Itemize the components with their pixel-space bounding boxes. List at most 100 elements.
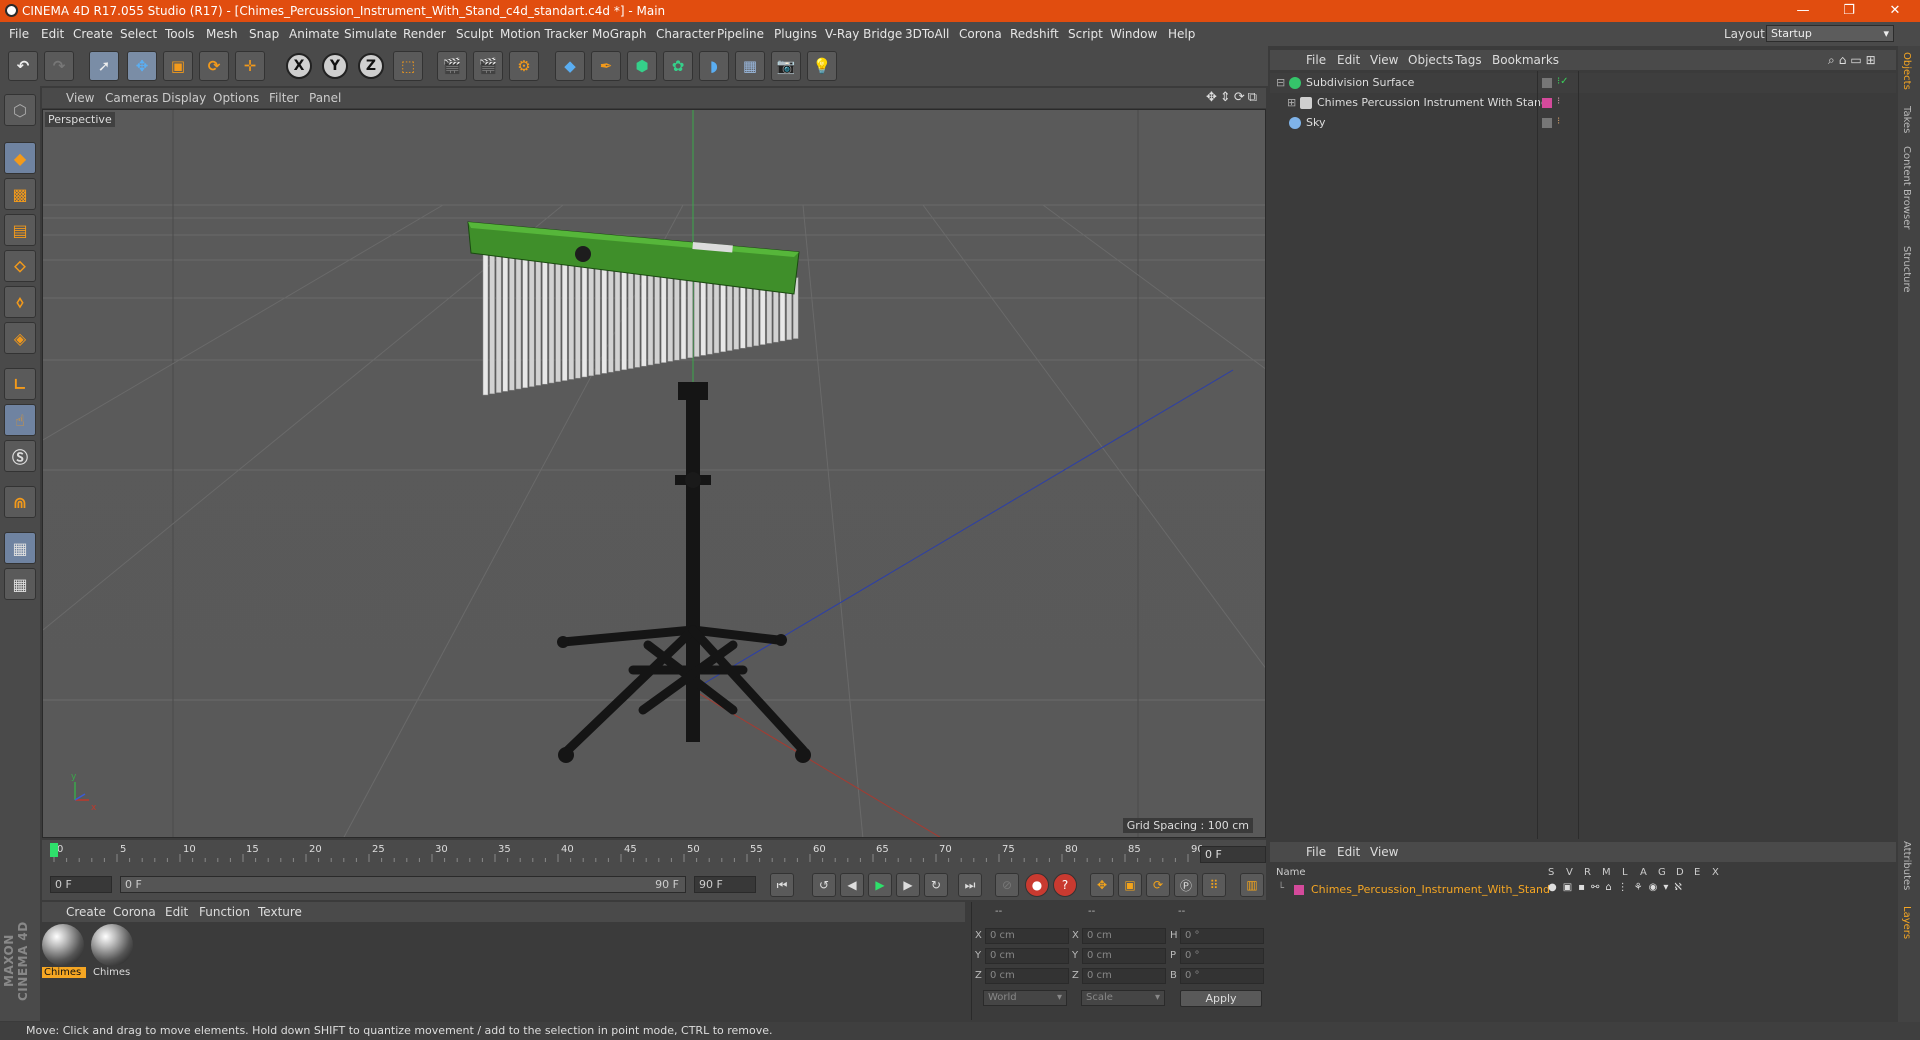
menu-render[interactable]: Render [403,27,446,41]
key-scale-icon[interactable]: ▣ [1118,873,1142,897]
rotation-p-field[interactable]: 0 ° [1180,948,1264,964]
redo-icon[interactable]: ↷ [44,51,74,81]
expand-icon[interactable]: ⊟ [1276,76,1285,89]
menu-snap[interactable]: Snap [249,27,279,41]
texture-mode-icon[interactable]: ▩ [4,178,36,210]
perspective-viewport[interactable]: y x Perspective Grid Spacing : 100 cm [42,109,1266,838]
workplane-mode-icon[interactable]: ▤ [4,214,36,246]
light-icon[interactable]: 💡 [807,51,837,81]
close-button[interactable]: ✕ [1872,0,1918,22]
points-mode-icon[interactable]: ⬦ [4,250,36,282]
om-menu-file[interactable]: File [1306,53,1326,67]
coordinate-mode-select[interactable]: World ▾ [983,990,1067,1006]
previous-key-icon[interactable]: ↺ [812,873,836,897]
menu-character[interactable]: Character [656,27,715,41]
material-menu-function[interactable]: Function [199,905,250,919]
material-menu-create[interactable]: Create [66,905,106,919]
material-menu-texture[interactable]: Texture [258,905,302,919]
visibility-dots-icon[interactable]: ⁝ [1557,116,1560,127]
preview-range-slider[interactable]: 0 F 90 F [120,876,686,893]
layer-row-chimes[interactable]: └ Chimes_Percussion_Instrument_With_Stan… [1276,882,1896,898]
size-x-field[interactable]: 0 cm [1082,928,1166,944]
tab-attributes[interactable]: Attributes [1901,841,1912,890]
menu-animate[interactable]: Animate [289,27,339,41]
lm-menu-file[interactable]: File [1306,845,1326,859]
camera-icon[interactable]: 📷 [771,51,801,81]
viewport-menu-panel[interactable]: Panel [309,91,341,105]
om-menu-objects[interactable]: Objects [1408,53,1453,67]
position-x-field[interactable]: 0 cm [985,928,1069,944]
lm-menu-edit[interactable]: Edit [1337,845,1360,859]
go-to-end-icon[interactable]: ⏭ [958,873,982,897]
apply-button[interactable]: Apply [1180,990,1262,1007]
key-rotation-icon[interactable]: ⟳ [1146,873,1170,897]
menu-corona[interactable]: Corona [959,27,1002,41]
menu-mograph[interactable]: MoGraph [592,27,647,41]
rotation-h-field[interactable]: 0 ° [1180,928,1264,944]
cube-primitive-icon[interactable]: ◆ [555,51,585,81]
render-to-picture-viewer-icon[interactable]: 🎬 [473,51,503,81]
x-axis-lock-icon[interactable]: X [286,53,312,79]
tab-content-browser[interactable]: Content Browser [1901,146,1912,229]
z-axis-lock-icon[interactable]: Z [358,53,384,79]
spline-pen-icon[interactable]: ✒ [591,51,621,81]
tab-layers[interactable]: Layers [1901,906,1912,939]
menu-vray-bridge[interactable]: V-Ray Bridge [825,27,902,41]
object-row-chimes[interactable]: ⊞ Chimes Percussion Instrument With Stan… [1270,93,1896,113]
viewport-menu-filter[interactable]: Filter [269,91,299,105]
menu-edit[interactable]: Edit [41,27,64,41]
floor-environment-icon[interactable]: ▦ [735,51,765,81]
record-active-objects-icon[interactable]: ● [1025,873,1049,897]
material-menu-corona[interactable]: Corona [113,905,156,919]
snap-icon[interactable]: ⋒ [4,486,36,518]
tweak-mode-icon[interactable]: ☝ [4,404,36,436]
polygons-mode-icon[interactable]: ◈ [4,322,36,354]
menu-sculpt[interactable]: Sculpt [456,27,493,41]
menu-mesh[interactable]: Mesh [206,27,238,41]
size-y-field[interactable]: 0 cm [1082,948,1166,964]
minimize-button[interactable]: — [1780,0,1826,22]
render-settings-icon[interactable]: ⚙ [509,51,539,81]
maximize-button[interactable]: ❐ [1826,0,1872,22]
menu-3dtoall[interactable]: 3DToAll [905,27,949,41]
om-menu-view[interactable]: View [1370,53,1398,67]
transform-tool-icon[interactable]: ✛ [235,51,265,81]
viewport-menu-view[interactable]: View [66,91,94,105]
menu-simulate[interactable]: Simulate [344,27,397,41]
viewport-menu-cameras[interactable]: Cameras [105,91,158,105]
edges-mode-icon[interactable]: ⬨ [4,286,36,318]
workplane-lock-icon[interactable]: ▦ [4,532,36,564]
axis-mode-icon[interactable]: ∟ [4,368,36,400]
menu-motion-tracker[interactable]: Motion Tracker [500,27,588,41]
menu-help[interactable]: Help [1168,27,1195,41]
om-menu-tags[interactable]: Tags [1455,53,1482,67]
start-frame-field[interactable]: 0 F [50,876,112,893]
tab-takes[interactable]: Takes [1901,106,1912,133]
model-mode-icon[interactable]: ◆ [4,142,36,174]
layer-color-swatch[interactable] [1294,885,1304,895]
playhead-marker[interactable] [50,843,58,857]
material-swatch-chimes-1[interactable]: Chimes [42,924,86,982]
position-z-field[interactable]: 0 cm [985,968,1069,984]
play-icon[interactable]: ▶ [868,873,892,897]
menu-pipeline[interactable]: Pipeline [717,27,764,41]
viewport-navigation-icons[interactable]: ✥⇕⟳⧉ [1206,90,1260,105]
menu-create[interactable]: Create [73,27,113,41]
menu-select[interactable]: Select [120,27,157,41]
move-tool-icon[interactable]: ✥ [127,51,157,81]
size-z-field[interactable]: 0 cm [1082,968,1166,984]
rotation-b-field[interactable]: 0 ° [1180,968,1264,984]
menu-script[interactable]: Script [1068,27,1103,41]
end-frame-field[interactable]: 90 F [694,876,756,893]
menu-tools[interactable]: Tools [165,27,195,41]
coordinate-system-icon[interactable]: ⬚ [393,51,423,81]
menu-plugins[interactable]: Plugins [774,27,817,41]
object-row-sky[interactable]: Sky ⁝ [1270,113,1896,133]
om-menu-bookmarks[interactable]: Bookmarks [1492,53,1559,67]
next-key-icon[interactable]: ↻ [924,873,948,897]
viewport-menu-options[interactable]: Options [213,91,259,105]
subdivision-surface-icon[interactable]: ⬢ [627,51,657,81]
key-parameter-icon[interactable]: Ⓟ [1174,873,1198,897]
render-view-icon[interactable]: 🎬 [437,51,467,81]
tab-structure[interactable]: Structure [1901,246,1912,293]
